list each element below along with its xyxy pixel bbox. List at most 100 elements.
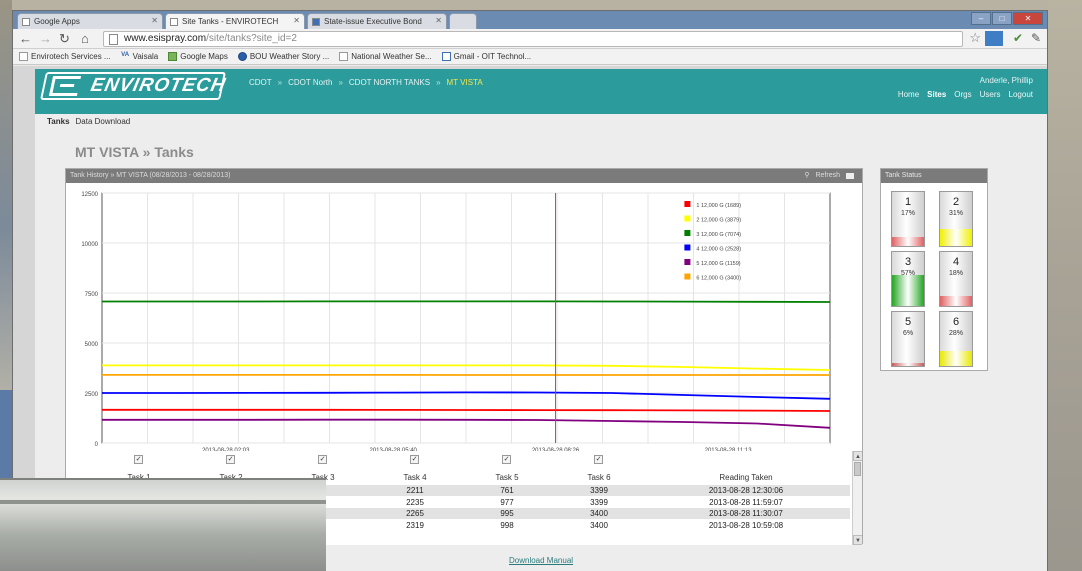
table-cell: 2265 [406,509,424,518]
table-cell: 2013-08-28 10:59:08 [708,520,784,530]
tank-history-title: Tank History » MT VISTA (08/28/2013 - 08… [70,172,231,179]
page-icon [339,52,349,61]
bookmark-nws[interactable]: National Weather Se... [339,52,432,61]
series-checkbox[interactable]: ✓ [134,455,143,464]
series-checkbox[interactable]: ✓ [410,455,419,464]
forward-icon[interactable]: → [39,31,52,47]
breadcrumb-cdot[interactable]: CDOT [249,78,272,87]
table-cell: 3399 [590,486,608,495]
tank-gauge[interactable]: 6 28% [939,311,973,367]
close-tab-icon[interactable]: ✕ [293,16,300,25]
legend-label: 2 12,000 G (3879) [696,218,741,224]
series-checkbox[interactable]: ✓ [594,455,603,464]
nav-home[interactable]: Home [898,90,919,99]
weather-extension-icon[interactable] [985,31,1003,46]
scroll-up-icon[interactable]: ▲ [853,451,862,461]
bookmark-envirotech[interactable]: Envirotech Services ... [19,52,111,61]
top-nav: Home Sites Orgs Users Logout [898,90,1033,99]
tank-gauge[interactable]: 2 31% [939,191,973,247]
bookmark-label: BOU Weather Story ... [249,52,330,61]
nav-logout[interactable]: Logout [1009,90,1033,99]
breadcrumb: CDOT » CDOT North » CDOT NORTH TANKS » M… [249,78,483,87]
nav-users[interactable]: Users [980,90,1001,99]
envirotech-logo[interactable]: ENVIROTECH [40,72,228,100]
bookmark-bou-weather[interactable]: BOU Weather Story ... [237,52,330,61]
nav-orgs[interactable]: Orgs [954,90,971,99]
legend-label: 1 12,000 G (1689) [696,203,741,209]
table-cell: 998 [500,520,514,530]
legend-swatch [684,273,691,280]
bookmark-google-maps[interactable]: Google Maps [168,52,228,61]
download-manual-link[interactable]: Download Manual [509,556,573,565]
tank-percent: 18% [948,270,963,277]
close-tab-icon[interactable]: ✕ [151,16,158,25]
tank-fill [940,229,972,246]
subnav-tanks[interactable]: Tanks [47,117,70,126]
tank-gauge[interactable]: 1 17% [891,191,925,247]
table-cell: 2235 [406,497,424,507]
bookmark-star-icon[interactable]: ☆ [969,30,981,46]
tank-number: 4 [952,256,960,268]
address-bar[interactable]: www.esispray.com/site/tanks?site_id=2 [103,31,963,47]
tank-percent: 17% [900,210,915,217]
bookmarks-bar: Envirotech Services ... VA Vaisala Google… [13,49,1047,65]
window-controls: – □ ✕ [971,12,1043,26]
subnav-data-download[interactable]: Data Download [76,117,131,126]
history-controls: ⚲ Refresh [804,169,854,183]
maximize-button[interactable]: □ [992,12,1012,25]
scroll-thumb[interactable] [854,462,861,476]
new-tab-button[interactable] [449,13,477,29]
tank-gauge[interactable]: 5 6% [891,311,925,367]
table-scrollbar[interactable]: ▲ ▼ [852,451,862,545]
bookmark-label: National Weather Se... [351,52,432,61]
page-icon [22,18,30,26]
back-icon[interactable]: ← [19,31,32,47]
tab-google-apps[interactable]: Google Apps ✕ [17,13,163,29]
wrench-icon[interactable]: ✎ [1031,31,1041,45]
minimize-button[interactable]: – [971,12,991,25]
close-window-button[interactable]: ✕ [1013,12,1043,25]
tank-number: 6 [952,316,960,328]
bookmark-vaisala[interactable]: VA Vaisala [121,52,159,61]
checkmark-extension-icon[interactable]: ✔ [1013,31,1023,45]
mail-icon [441,52,451,61]
legend-label: 6 12,000 G (3400) [696,276,741,282]
breadcrumb-mt-vista[interactable]: MT VISTA [447,78,483,87]
legend-swatch [684,201,691,207]
tab-state-issue[interactable]: State-issue Executive Bond ✕ [307,13,447,29]
tank-number: 1 [904,196,912,208]
bookmark-label: Google Maps [180,52,228,61]
browser-toolbar: ← → ↻ ⌂ www.esispray.com/site/tanks?site… [13,29,1047,49]
home-icon[interactable]: ⌂ [81,31,89,47]
refresh-button[interactable]: Refresh [815,169,840,183]
tank-history-chart[interactable]: 125001000075005000250002013-08-28 02:03 2… [66,183,862,451]
series-checkbox[interactable]: ✓ [226,455,235,464]
breadcrumb-cdot-north[interactable]: CDOT North [288,78,332,87]
tank-percent: 31% [948,210,963,217]
series-checkbox[interactable]: ✓ [502,455,511,464]
page-icon [170,18,178,26]
breadcrumb-separator: » [436,78,441,87]
reload-icon[interactable]: ↻ [59,31,70,47]
legend-label: 5 12,000 G (1159) [696,261,740,267]
bookmark-label: Vaisala [132,52,159,61]
tank-number: 3 [904,256,912,268]
tank-gauge[interactable]: 3 57% [891,251,925,307]
tank-number: 5 [904,316,912,328]
close-tab-icon[interactable]: ✕ [435,16,442,25]
logo-text: ENVIROTECH [88,75,228,96]
tank-gauge[interactable]: 4 18% [939,251,973,307]
breadcrumb-cdot-north-tanks[interactable]: CDOT NORTH TANKS [349,78,430,87]
tank-percent: 6% [902,330,914,337]
scroll-down-icon[interactable]: ▼ [853,535,862,545]
zoom-icon[interactable]: ⚲ [804,169,809,183]
nav-sites[interactable]: Sites [927,90,946,99]
table-cell: 2211 [406,486,424,495]
tab-site-tanks[interactable]: Site Tanks - ENVIROTECH ✕ [165,13,305,29]
bookmark-label: Gmail - OIT Technol... [453,52,532,61]
bookmark-gmail[interactable]: Gmail - OIT Technol... [441,52,532,61]
series-checkbox[interactable]: ✓ [318,455,327,464]
y-tick-label: 7500 [85,292,99,298]
maps-icon [168,52,178,61]
minimize-panel-icon[interactable] [846,173,854,179]
